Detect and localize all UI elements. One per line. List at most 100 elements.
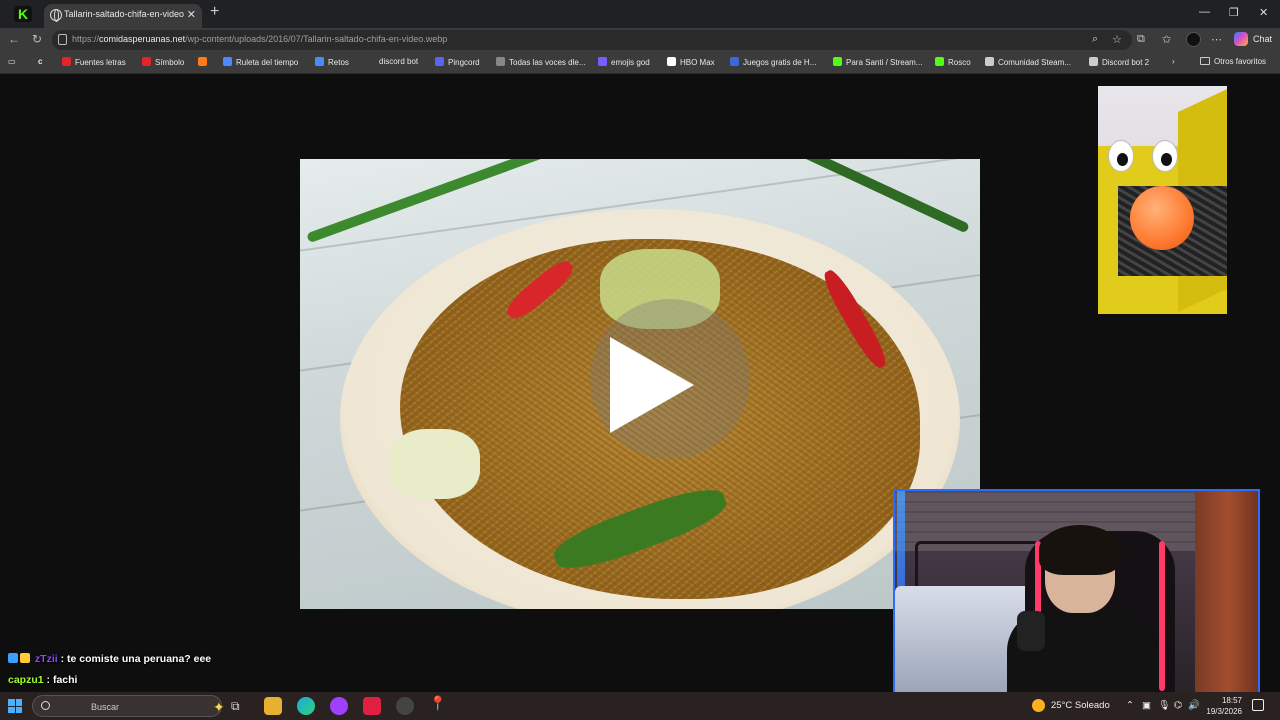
bookmark-favicon-icon	[496, 57, 505, 66]
globe-icon	[50, 9, 62, 22]
taskbar-search[interactable]: Buscar ✦	[32, 695, 225, 717]
clock[interactable]: 18:57 19/3/2026	[1200, 695, 1242, 717]
chat-username: zTzii	[34, 653, 58, 665]
tab-strip: K Tallarin-saltado-chifa-en-video.webp ✕…	[0, 0, 1280, 28]
bookmark-c-icon[interactable]: c	[38, 57, 42, 66]
file-explorer-icon[interactable]	[264, 697, 282, 715]
bookmark-favicon-icon	[985, 57, 994, 66]
other-favorites-folder[interactable]: Otros favoritos	[1200, 57, 1266, 66]
microphone	[1017, 611, 1045, 651]
chevron-right-icon[interactable]: ›	[1172, 57, 1175, 66]
browser-window: K Tallarin-saltado-chifa-en-video.webp ✕…	[0, 0, 1280, 720]
volume-icon[interactable]: 🔊	[1188, 700, 1200, 711]
toolbar: ← ↻ https://comidasperuanas.net/wp-conte…	[0, 28, 1280, 52]
bookmark-item[interactable]: Todas las voces dle...	[496, 57, 585, 67]
bookmark-item[interactable]: HBO Max	[667, 57, 715, 67]
reading-list-icon[interactable]: ▭	[8, 57, 16, 66]
googly-eye-icon	[1108, 140, 1134, 172]
clock-time: 18:57	[1221, 696, 1242, 705]
play-icon[interactable]	[610, 337, 694, 433]
bookmark-item[interactable]: Retos	[315, 57, 349, 67]
chat-badge-icon	[8, 653, 18, 663]
chat-text: fachi	[52, 674, 78, 686]
bookmark-favicon-icon	[1089, 57, 1098, 66]
edge-icon[interactable]	[297, 697, 315, 715]
network-icon[interactable]: ⌬	[1174, 700, 1182, 711]
person-hair	[1039, 525, 1121, 575]
restore-icon[interactable]: ❐	[1229, 6, 1239, 19]
bookmark-favicon-icon	[730, 57, 739, 66]
bookmark-item[interactable]: discord bot	[379, 57, 418, 66]
favorite-star-icon[interactable]: ☆	[1112, 33, 1122, 46]
sparkle-icon: ✦	[213, 699, 225, 715]
green-onion	[730, 159, 970, 234]
media-player-icon[interactable]	[363, 697, 381, 715]
app-icon[interactable]	[330, 697, 348, 715]
chat-button[interactable]: Chat	[1253, 34, 1272, 44]
bookmark-item[interactable]: Juegos gratis de H...	[730, 57, 816, 67]
address-bar[interactable]: https://comidasperuanas.net/wp-content/u…	[52, 30, 1132, 50]
site-info-icon[interactable]	[58, 34, 67, 45]
tray-chevron-icon[interactable]: ⌃	[1126, 700, 1134, 711]
bookmark-favicon-icon	[62, 57, 71, 66]
task-view-icon[interactable]: ⧉	[231, 699, 249, 717]
toy-camera-overlay	[1098, 86, 1227, 314]
search-placeholder: Buscar	[91, 702, 120, 712]
streamer-webcam	[893, 489, 1260, 694]
bookmark-favicon-icon	[223, 57, 232, 66]
bookmark-favicon-icon	[435, 57, 444, 66]
back-button[interactable]: ←	[8, 32, 20, 46]
bookmark-favicon-icon	[598, 57, 607, 66]
minimize-icon[interactable]: —	[1199, 6, 1210, 18]
bookmark-item[interactable]: Discord bot 2	[1089, 57, 1149, 67]
bookmark-item[interactable]: Rosco	[935, 57, 971, 67]
food-image[interactable]	[300, 159, 980, 609]
search-icon	[41, 701, 50, 710]
wood-door	[1195, 491, 1258, 692]
reload-button[interactable]: ↻	[32, 32, 42, 46]
tab-title: Tallarin-saltado-chifa-en-video.webp	[64, 9, 184, 19]
chat-overlay: zTzii : te comiste una peruana? eee capz…	[8, 652, 408, 694]
weather-text[interactable]: 25°C Soleado	[1051, 700, 1110, 711]
tab-close-icon[interactable]: ✕	[187, 8, 196, 21]
bookmark-item[interactable]: Comunidad Steam...	[985, 57, 1071, 67]
bookmark-item[interactable]: Ruleta del tiempo	[223, 57, 298, 67]
bookmark-item[interactable]: Pingcord	[435, 57, 480, 67]
notification-icon[interactable]	[1252, 699, 1264, 711]
favorites-icon[interactable]: ✩	[1162, 33, 1171, 46]
kick-logo-icon[interactable]: K	[14, 6, 32, 22]
more-menu-icon[interactable]: ⋯	[1211, 33, 1222, 46]
windows-start-icon[interactable]	[8, 699, 22, 713]
bookmark-item[interactable]: Símbolo	[142, 57, 184, 67]
googly-eye-icon	[1152, 140, 1178, 172]
bookmark-favicon-icon	[198, 57, 207, 66]
obs-icon[interactable]	[396, 697, 414, 715]
bookmark-item[interactable]: Para Santi / Stream...	[833, 57, 922, 67]
chat-message: capzu1 : fachi	[8, 674, 78, 686]
bookmark-item[interactable]: emojis god	[598, 57, 650, 67]
bookmark-favicon-icon	[833, 57, 842, 66]
clock-date: 19/3/2026	[1206, 707, 1242, 716]
weather-sun-icon	[1032, 699, 1045, 712]
page-content: zTzii : te comiste una peruana? eee capz…	[0, 75, 1280, 694]
chat-username: capzu1	[8, 674, 44, 686]
bookmarks-bar: ▭ c Fuentes letras Símbolo Ruleta del ti…	[0, 52, 1280, 74]
taskbar: Buscar ✦ ⧉ 📍 25°C Soleado ⌃ ▣ 🎙 ⌬ 🔊 18:5…	[0, 692, 1280, 720]
close-window-icon[interactable]: ✕	[1259, 6, 1268, 19]
tab-active[interactable]: Tallarin-saltado-chifa-en-video.webp ✕	[44, 4, 202, 28]
new-tab-button[interactable]: +	[210, 3, 219, 21]
extensions-icon[interactable]: ⧉	[1137, 33, 1145, 46]
chat-badge-icon	[20, 653, 30, 663]
zoom-icon[interactable]: ⌕	[1092, 33, 1098, 46]
bookmark-favicon-icon	[315, 57, 324, 66]
copilot-icon[interactable]	[1234, 32, 1248, 46]
location-pin-icon[interactable]: 📍	[429, 695, 447, 713]
profile-avatar[interactable]	[1186, 32, 1201, 47]
bookmark-orange-icon[interactable]	[198, 57, 211, 67]
tray-app-icon[interactable]: ▣	[1142, 700, 1151, 711]
url-text[interactable]: https://comidasperuanas.net/wp-content/u…	[72, 34, 447, 44]
bookmark-favicon-icon	[935, 57, 944, 66]
bookmark-item[interactable]: Fuentes letras	[62, 57, 126, 67]
bookmark-favicon-icon	[142, 57, 151, 66]
mic-icon[interactable]: 🎙	[1158, 700, 1170, 711]
